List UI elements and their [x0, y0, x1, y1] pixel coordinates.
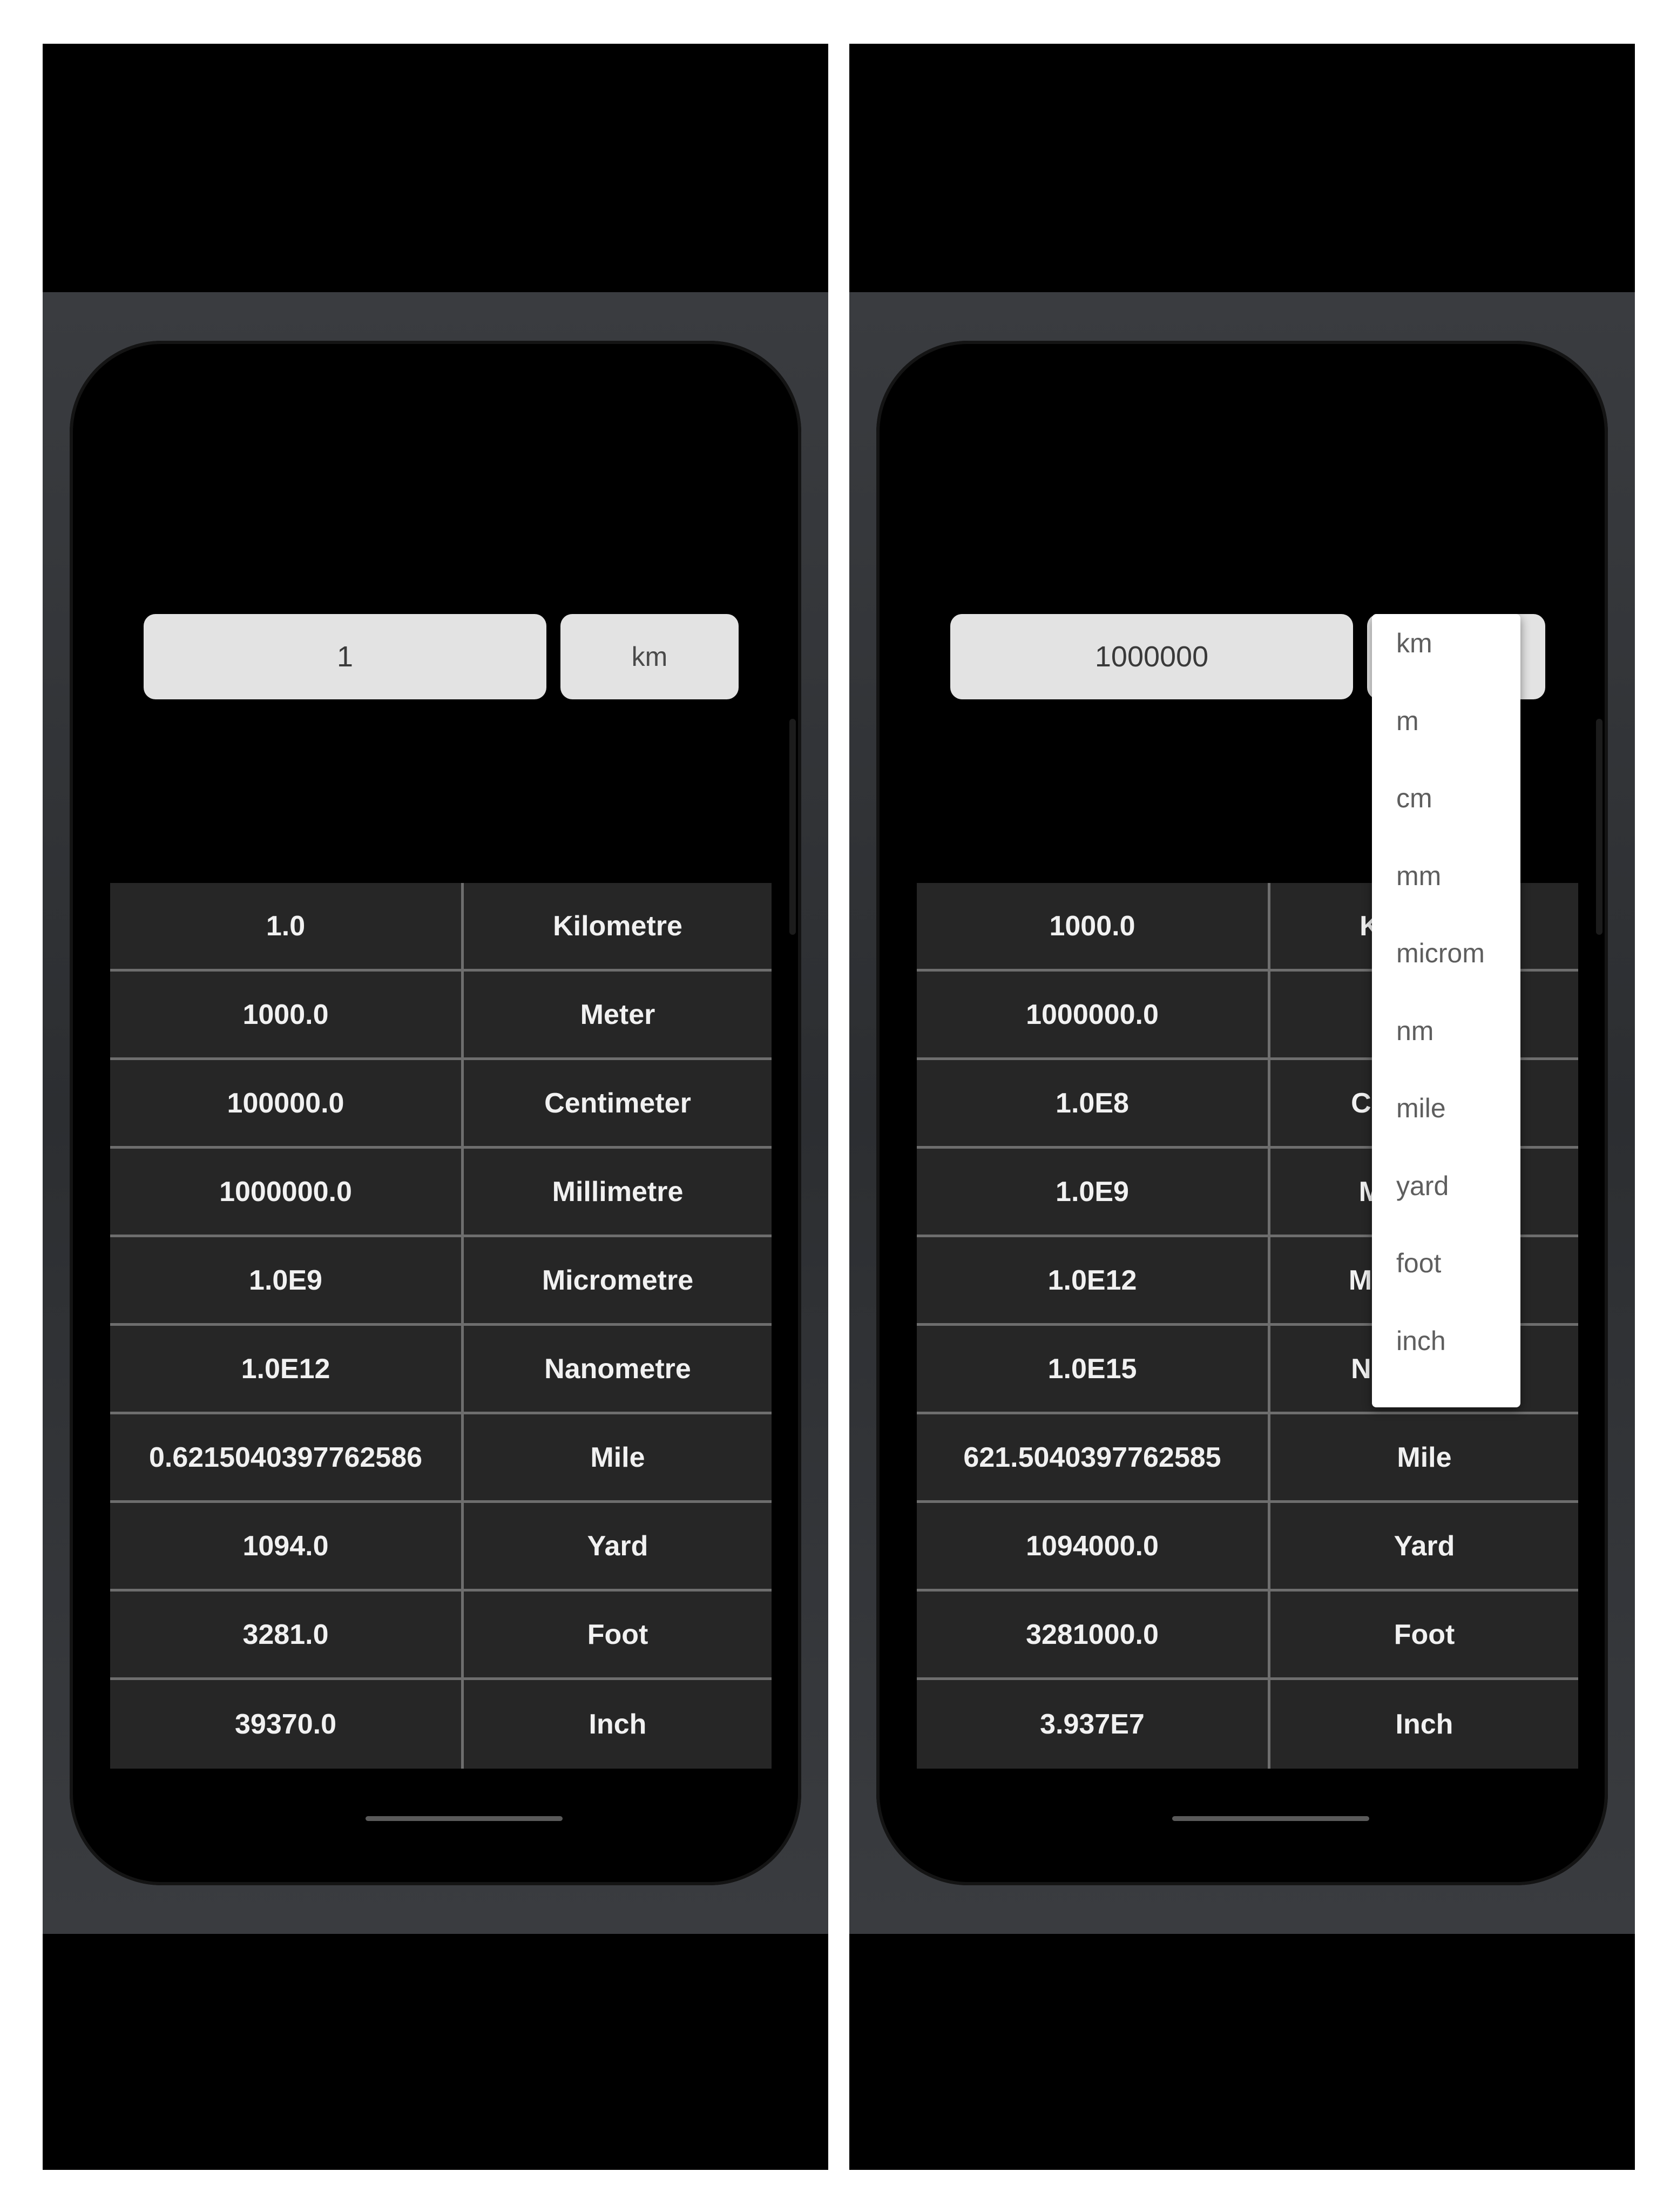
table-row: 100000.0 Centimeter	[110, 1060, 772, 1149]
home-indicator[interactable]	[1172, 1816, 1369, 1821]
table-row: 3281.0 Foot	[110, 1591, 772, 1680]
unit-dropdown[interactable]: km	[560, 614, 739, 699]
table-row: 621.5040397762585 Mile	[917, 1414, 1578, 1503]
unit-cell: Inch	[1395, 1709, 1453, 1740]
value-cell: 1000.0	[917, 883, 1270, 969]
unit-cell: Yard	[587, 1530, 648, 1562]
value-cell: 1000000.0	[110, 1149, 464, 1235]
value-cell: 1.0E9	[917, 1149, 1270, 1235]
table-row: 3281000.0 Foot	[917, 1591, 1578, 1680]
table-row: 39370.0 Inch	[110, 1680, 772, 1769]
table-row: 1094000.0 Yard	[917, 1503, 1578, 1591]
table-row: 0.6215040397762586 Mile	[110, 1414, 772, 1503]
unit-cell: Yard	[1394, 1530, 1455, 1562]
table-row: 1094.0 Yard	[110, 1503, 772, 1591]
value-cell: 100000.0	[110, 1060, 464, 1146]
phone-frame: 1 km 1.0 Kilometre 1000.0 Meter 100000.0 Ce…	[70, 341, 801, 1885]
unit-cell: Mile	[1397, 1441, 1452, 1473]
value-cell: 1.0E8	[917, 1060, 1270, 1146]
value-cell: 1.0E9	[110, 1237, 464, 1323]
unit-cell: Meter	[580, 999, 655, 1030]
value-cell: 3281000.0	[917, 1591, 1270, 1677]
table-row: 1.0E9 Micrometre	[110, 1237, 772, 1326]
unit-cell: Millimetre	[552, 1176, 684, 1208]
conversion-table: 1.0 Kilometre 1000.0 Meter 100000.0 Centime…	[110, 883, 772, 1769]
value-cell: 3.937E7	[917, 1680, 1270, 1769]
value-cell: 3281.0	[110, 1591, 464, 1677]
value-cell: 1.0	[110, 883, 464, 969]
phone-frame: 1000000 km 1000.0Kilometre 1000000.0Mete…	[876, 341, 1608, 1885]
unit-cell: Foot	[1394, 1618, 1455, 1650]
value-input[interactable]: 1	[144, 614, 546, 699]
unit-cell: Inch	[589, 1709, 647, 1740]
left-screenshot-panel: 1 km 1.0 Kilometre 1000.0 Meter 100000.0 Ce…	[43, 44, 828, 2170]
dropdown-option-mile[interactable]: mile	[1372, 1092, 1520, 1170]
table-row: 1000.0 Meter	[110, 972, 772, 1060]
value-cell: 1000000.0	[917, 972, 1270, 1057]
value-input[interactable]: 1000000	[950, 614, 1353, 699]
unit-cell: Kilometre	[553, 910, 682, 942]
value-cell: 1.0E12	[110, 1326, 464, 1412]
unit-cell: Micrometre	[542, 1264, 694, 1296]
dropdown-option-cm[interactable]: cm	[1372, 782, 1520, 860]
unit-cell: Centimeter	[544, 1087, 691, 1119]
value-cell: 0.6215040397762586	[110, 1414, 464, 1500]
value-cell: 1.0E15	[917, 1326, 1270, 1412]
dropdown-option-inch[interactable]: inch	[1372, 1325, 1520, 1402]
right-screenshot-panel: 1000000 km 1000.0Kilometre 1000000.0Mete…	[849, 44, 1635, 2170]
value-cell: 1094.0	[110, 1503, 464, 1589]
dropdown-option-foot[interactable]: foot	[1372, 1247, 1520, 1325]
table-row: 1.0 Kilometre	[110, 883, 772, 972]
value-cell: 1.0E12	[917, 1237, 1270, 1323]
scrollbar[interactable]	[1596, 719, 1602, 935]
unit-cell: Foot	[587, 1618, 648, 1650]
unit-cell: Nanometre	[544, 1353, 691, 1385]
dropdown-option-yard[interactable]: yard	[1372, 1170, 1520, 1247]
dropdown-option-m[interactable]: m	[1372, 705, 1520, 783]
dropdown-option-nm[interactable]: nm	[1372, 1015, 1520, 1092]
scrollbar[interactable]	[789, 719, 796, 935]
table-row: 1000000.0 Millimetre	[110, 1149, 772, 1237]
value-cell: 39370.0	[110, 1680, 464, 1769]
value-cell: 621.5040397762585	[917, 1414, 1270, 1500]
value-cell: 1094000.0	[917, 1503, 1270, 1589]
value-cell: 1000.0	[110, 972, 464, 1057]
unit-cell: Mile	[590, 1441, 645, 1473]
dropdown-option-microm[interactable]: microm	[1372, 937, 1520, 1015]
home-indicator[interactable]	[366, 1816, 563, 1821]
dropdown-option-mm[interactable]: mm	[1372, 860, 1520, 938]
table-row: 1.0E12 Nanometre	[110, 1326, 772, 1414]
table-row: 3.937E7 Inch	[917, 1680, 1578, 1769]
dropdown-option-km[interactable]: km	[1372, 627, 1520, 705]
unit-dropdown-menu: km m cm mm microm nm mile yard foot inch	[1372, 614, 1520, 1407]
